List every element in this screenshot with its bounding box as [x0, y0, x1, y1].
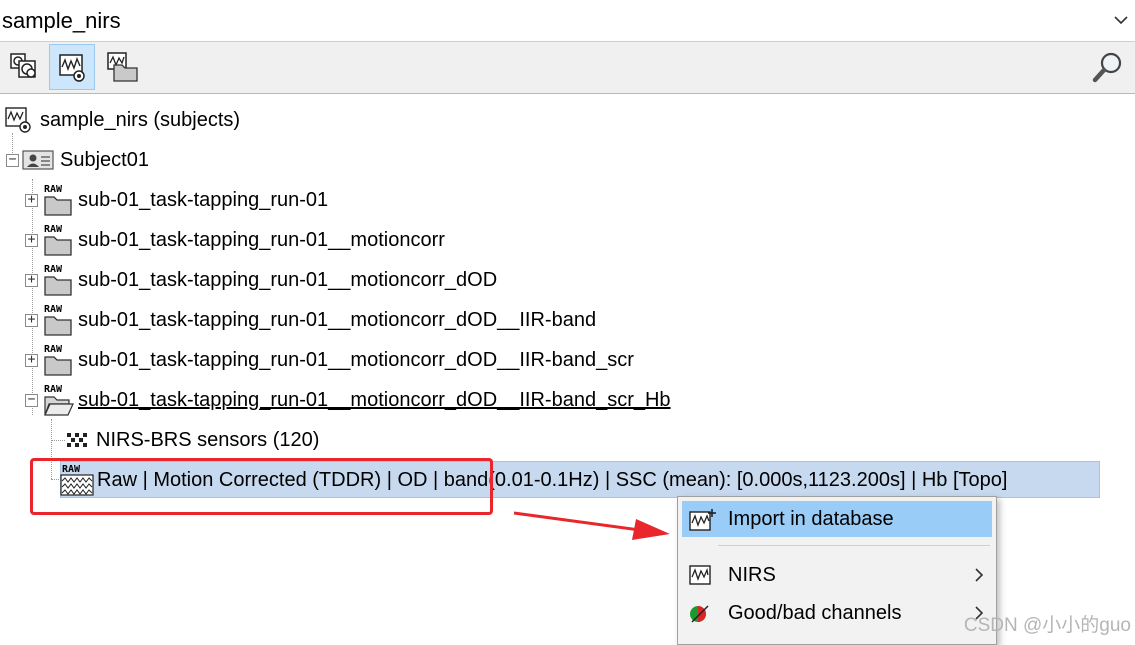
raw-folder-icon: RAW	[44, 304, 72, 336]
menu-item-import-in-database[interactable]: Import in database	[682, 501, 992, 537]
subject-icon	[22, 150, 54, 170]
subject-expander[interactable]: −	[6, 153, 19, 167]
raw-folder-icon: RAW	[44, 224, 72, 256]
tree-run[interactable]: RAW sub-01_task-tapping_run-01	[42, 181, 328, 219]
annotation-arrow	[513, 511, 670, 540]
annotation-highlight-box	[30, 458, 493, 515]
tree-subject[interactable]: Subject01	[22, 141, 149, 179]
raw-folder-icon: RAW	[44, 344, 72, 376]
chevron-down-icon[interactable]	[1111, 10, 1131, 30]
good-bad-channels-icon	[690, 605, 709, 623]
chevron-right-icon	[975, 568, 984, 582]
raw-folder-open-icon: RAW	[44, 384, 74, 416]
by-condition-view-button[interactable]	[98, 44, 144, 90]
svg-text:RAW: RAW	[44, 344, 63, 355]
run-label: sub-01_task-tapping_run-01__motioncorr_d…	[78, 268, 498, 291]
menu-item-label: NIRS	[728, 563, 776, 586]
menu-item-nirs[interactable]: NIRS	[682, 557, 992, 593]
context-menu: Import in database NIRS Good/bad channel…	[677, 496, 997, 645]
run-expander[interactable]: +	[25, 193, 38, 207]
tree-run[interactable]: RAW sub-01_task-tapping_run-01__motionco…	[42, 261, 497, 299]
run-expander[interactable]: +	[25, 233, 38, 247]
tree-run[interactable]: RAW sub-01_task-tapping_run-01__motionco…	[42, 341, 634, 379]
run-expander[interactable]: +	[25, 313, 38, 327]
svg-text:RAW: RAW	[44, 384, 63, 395]
run-label: sub-01_task-tapping_run-01__motioncorr_d…	[78, 388, 671, 411]
run-expander[interactable]: +	[25, 353, 38, 367]
raw-folder-icon: RAW	[44, 264, 72, 296]
explorer-toolbar	[0, 42, 1135, 94]
raw-folder-icon: RAW	[44, 184, 72, 216]
functional-data-view-button[interactable]	[2, 44, 48, 90]
svg-text:RAW: RAW	[44, 184, 63, 195]
svg-text:RAW: RAW	[44, 224, 63, 235]
protocol-dropdown[interactable]: sample_nirs	[0, 0, 1135, 42]
menu-item-label: Good/bad channels	[728, 601, 902, 624]
subject-label: Subject01	[60, 148, 149, 171]
run-expander[interactable]: +	[25, 273, 38, 287]
svg-text:RAW: RAW	[44, 264, 63, 275]
import-icon	[689, 509, 716, 531]
tree-root-label: sample_nirs (subjects)	[40, 108, 241, 131]
anatomy-view-button[interactable]	[49, 44, 95, 90]
run-expander[interactable]: −	[25, 393, 38, 407]
menu-separator	[718, 545, 990, 546]
anatomy-icon	[59, 54, 85, 82]
search-icon	[1092, 52, 1122, 83]
protocol-name: sample_nirs	[2, 8, 121, 33]
tree-run[interactable]: RAW sub-01_task-tapping_run-01__motionco…	[42, 301, 596, 339]
sensors-label: NIRS-BRS sensors (120)	[96, 428, 320, 451]
menu-item-good-bad-channels[interactable]: Good/bad channels	[682, 595, 992, 631]
run-label: sub-01_task-tapping_run-01__motioncorr_d…	[78, 308, 597, 331]
tree-root[interactable]: sample_nirs (subjects)	[4, 101, 240, 139]
sensors-icon	[67, 433, 87, 447]
run-label: sub-01_task-tapping_run-01__motioncorr	[78, 228, 445, 251]
subjects-icon	[5, 107, 31, 133]
watermark: CSDN @小小的guo	[963, 615, 1131, 636]
tree-sensors[interactable]: NIRS-BRS sensors (120)	[64, 421, 319, 459]
svg-text:RAW: RAW	[44, 304, 63, 315]
run-label: sub-01_task-tapping_run-01	[78, 188, 329, 211]
tree-run-open[interactable]: RAW sub-01_task-tapping_run-01__motionco…	[42, 381, 671, 419]
condition-folder-icon	[107, 52, 138, 82]
nirs-icon	[689, 565, 711, 585]
tree-run[interactable]: RAW sub-01_task-tapping_run-01__motionco…	[42, 221, 445, 259]
functional-data-icon	[10, 53, 36, 78]
menu-item-label: Import in database	[728, 507, 894, 530]
run-label: sub-01_task-tapping_run-01__motioncorr_d…	[78, 348, 634, 371]
search-button[interactable]	[1085, 44, 1131, 90]
